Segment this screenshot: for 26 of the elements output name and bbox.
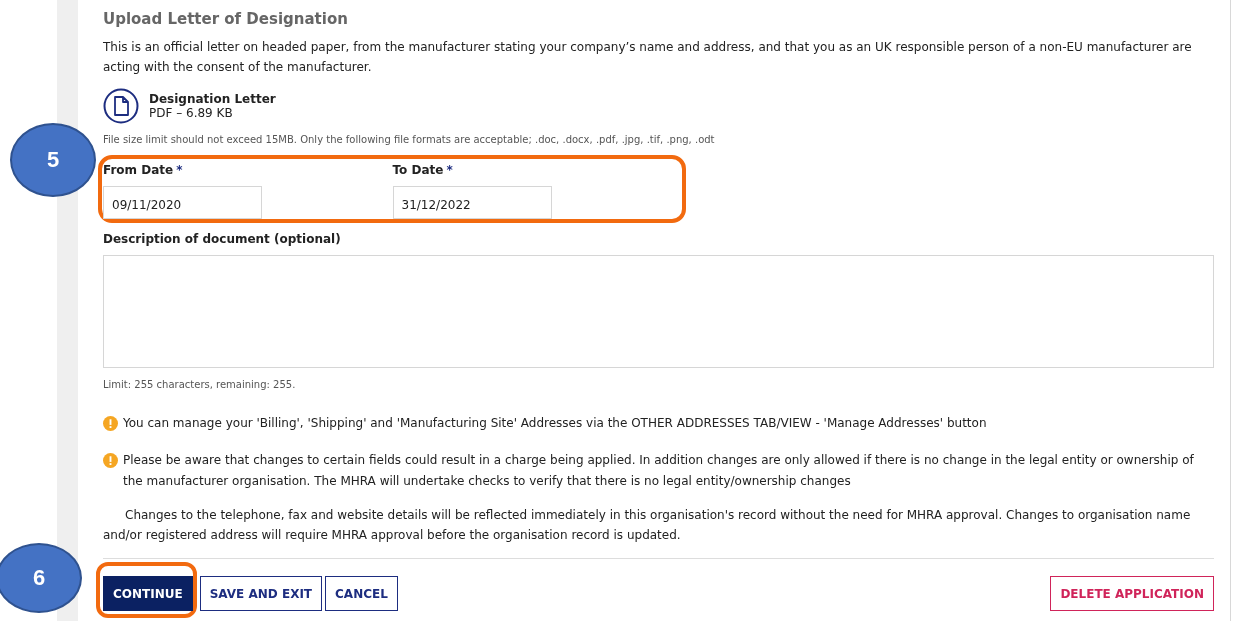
action-button[interactable]: CANCEL: [325, 576, 398, 611]
field-label: From Date: [103, 163, 174, 177]
notice-text: Changes to the telephone, fax and website details will be reflected immediately in this organisation's record without the need for MHRA approval. Changes to organisation name and/or registered address will require MHRA approval before the organisation record is updated.: [103, 507, 1192, 544]
date-field[interactable]: 31/12/2022: [392, 186, 552, 219]
step-callout: 6: [0, 543, 82, 613]
delete-button[interactable]: DELETE APPLICATION: [1050, 576, 1214, 611]
section-description: This is an official letter on headed paper, from the manufacturer stating your company’s name and address, and that you as an UK responsible person of a non-EU manufacturer are acting with the consent of the manufacturer.: [103, 39, 1193, 76]
section-title: Upload Letter of Designation: [103, 9, 348, 29]
field-label: Description of document (optional): [103, 231, 341, 247]
character-limit: Limit: 255 characters, remaining: 255.: [103, 378, 296, 392]
field-label: To Date: [392, 163, 444, 177]
notice-text: Please be aware that changes to certain fields could result in a charge being applied. In addition changes are only allowed if there is no change in the legal entity or ownership of the manufacturer organisation. The MHRA will undertake checks to verify that there is no legal entity/ownership changes: [123, 452, 1195, 490]
document-icon: [103, 88, 139, 124]
action-button[interactable]: SAVE AND EXIT: [199, 576, 323, 611]
date-field[interactable]: 09/11/2020: [103, 186, 262, 219]
description-field[interactable]: [103, 255, 1214, 368]
warning-icon: [103, 416, 118, 431]
step-callout: 5: [10, 123, 96, 197]
continue-button[interactable]: CONTINUE: [103, 576, 193, 611]
warning-icon: [103, 453, 118, 468]
file-meta: PDF – 6.89 KB: [149, 106, 234, 120]
notice-text: You can manage your 'Billing', 'Shipping' and 'Manufacturing Site' Addresses via the OTHER ADDRESSES TAB/VIEW - 'Manage Addresses' button: [123, 415, 987, 432]
file-size-note: File size limit should not exceed 15MB. Only the following file formats are acceptable; .doc, .docx, .pdf, .jpg, .tif, .png, .odt: [103, 133, 715, 147]
required-mark: *: [446, 163, 453, 177]
file-name[interactable]: Designation Letter: [149, 92, 276, 106]
required-mark: *: [176, 163, 183, 177]
